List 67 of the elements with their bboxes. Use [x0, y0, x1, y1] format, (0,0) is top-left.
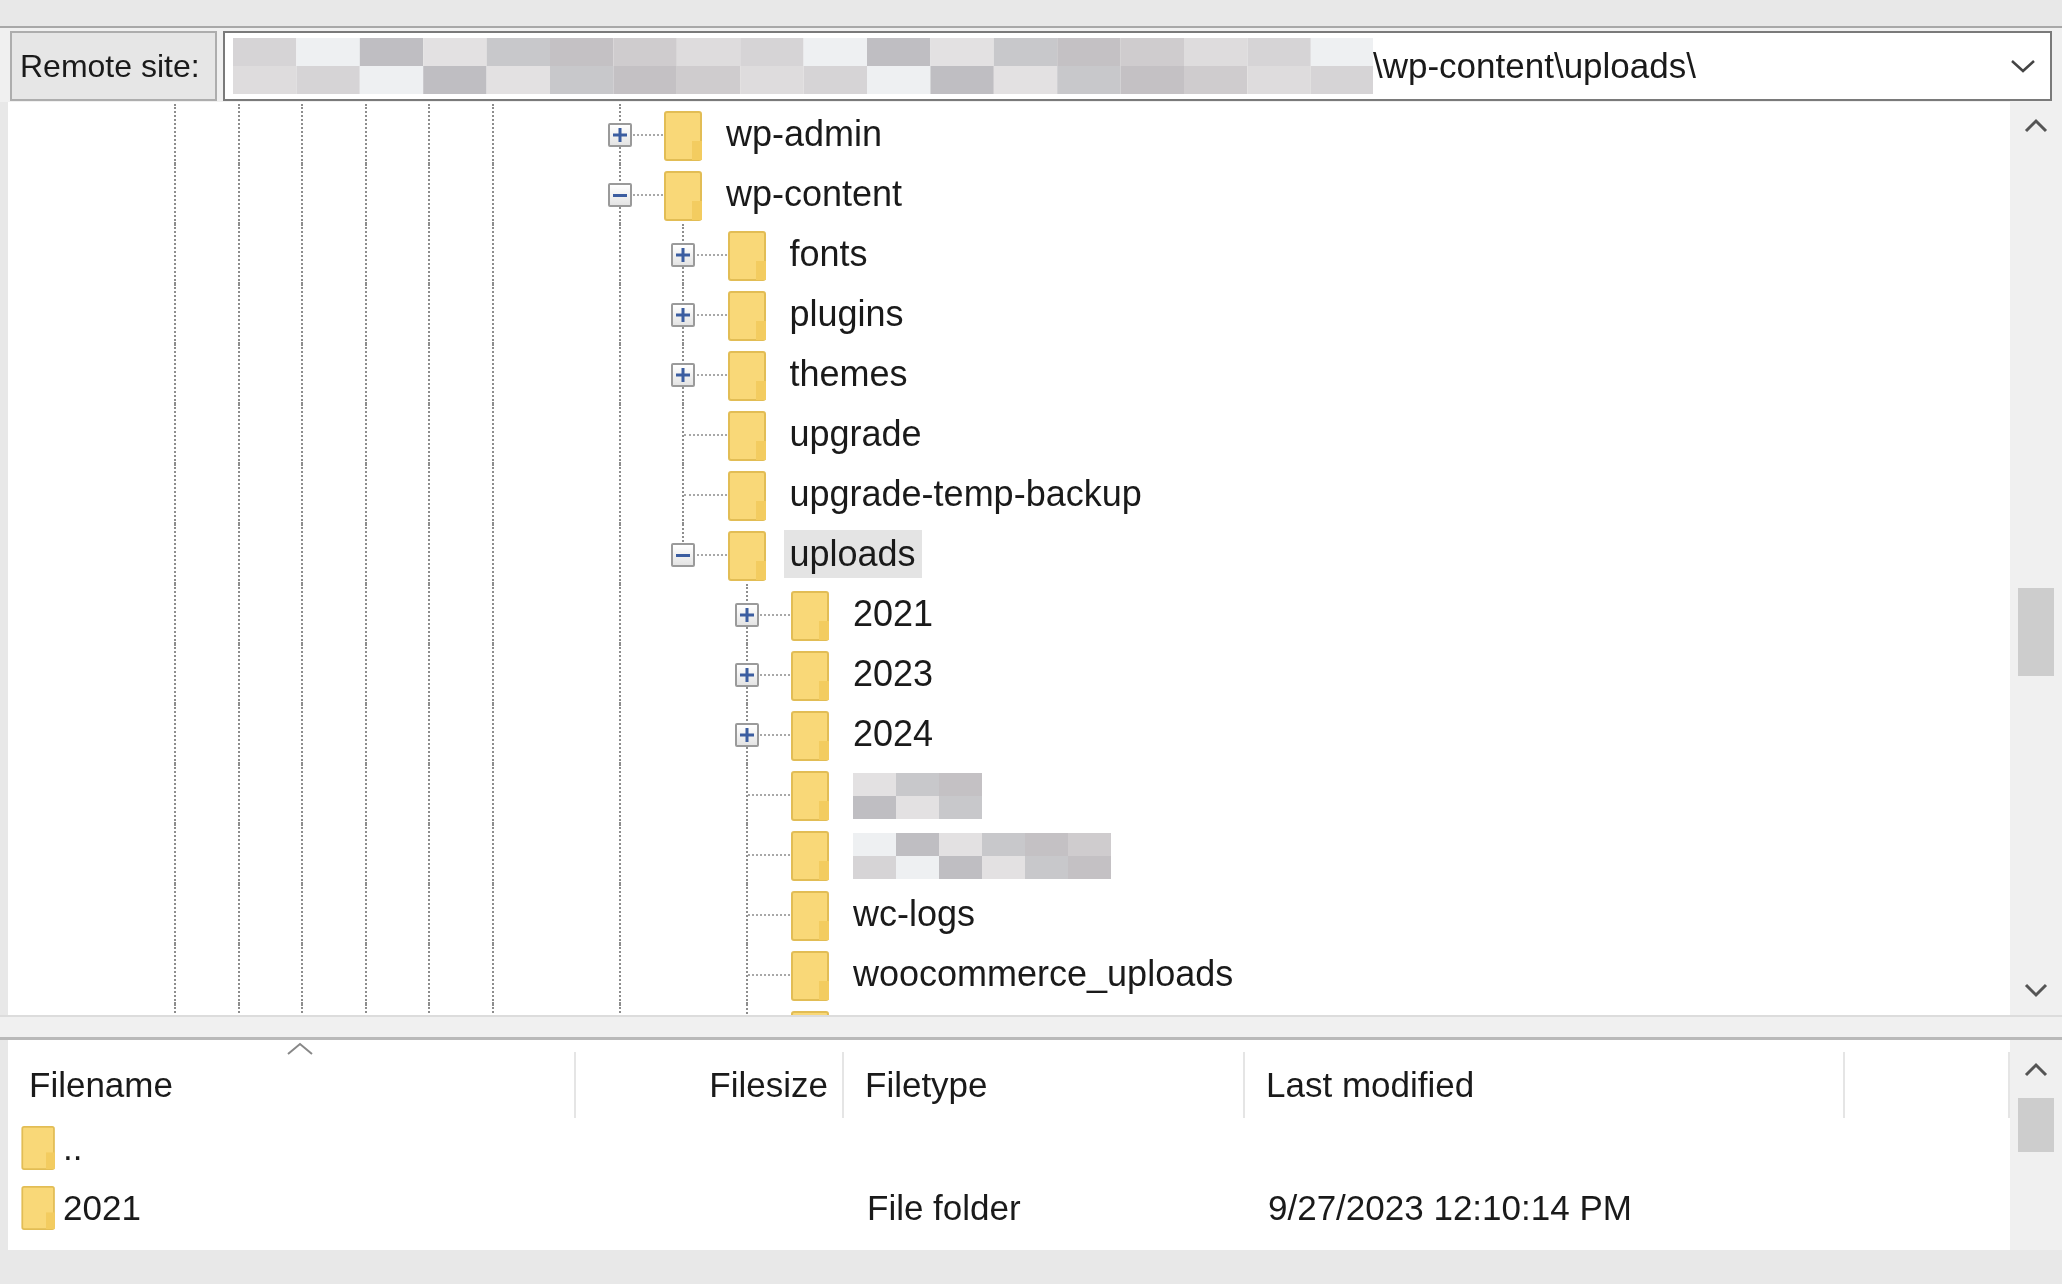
expand-button[interactable] — [671, 363, 695, 387]
expand-button[interactable] — [671, 303, 695, 327]
folder-icon — [664, 111, 704, 161]
file-name[interactable]: .. — [63, 1121, 83, 1175]
folder-icon — [727, 351, 768, 401]
plus-icon — [612, 128, 627, 142]
folder-name[interactable]: wp-admin — [720, 110, 889, 158]
folder-name[interactable]: themes — [783, 350, 914, 398]
scroll-up-icon[interactable] — [2024, 118, 2048, 134]
column-header[interactable]: Filesize — [576, 1052, 844, 1118]
folder-name[interactable]: woocommerce_uploads — [847, 950, 1240, 998]
folder-icon — [727, 531, 768, 581]
expand-button[interactable] — [734, 603, 759, 627]
folder-icon — [791, 831, 831, 881]
folder-icon — [791, 651, 831, 701]
modified-date: 9/27/2023 12:10:14 PM — [1268, 1187, 1632, 1227]
minus-icon — [676, 553, 690, 557]
folder-name[interactable]: 2023 — [847, 650, 940, 698]
collapse-button[interactable] — [671, 543, 695, 567]
column-header[interactable]: Filetype — [844, 1052, 1245, 1118]
plus-icon — [676, 368, 690, 382]
plus-icon — [676, 248, 690, 262]
folder-name[interactable]: wc-logs — [847, 890, 982, 938]
folder-icon — [727, 411, 768, 461]
scroll-thumb[interactable] — [2018, 1098, 2054, 1152]
scrollbar[interactable] — [2010, 102, 2062, 1015]
expand-button[interactable] — [671, 243, 695, 267]
plus-icon — [739, 608, 754, 622]
folder-icon — [791, 711, 831, 761]
scrollbar[interactable] — [2010, 1040, 2062, 1250]
scroll-down-icon[interactable] — [2024, 982, 2048, 998]
folder-name[interactable]: upgrade — [783, 410, 928, 458]
folder-name[interactable]: plugins — [783, 290, 910, 338]
expand-button[interactable] — [734, 723, 759, 747]
folder-name[interactable]: wp-content — [720, 170, 909, 218]
folder-icon — [21, 1126, 57, 1170]
folder-icon — [21, 1186, 57, 1230]
scroll-up-icon[interactable] — [2024, 1062, 2048, 1078]
plus-icon — [676, 308, 690, 322]
folder-name[interactable]: upgrade-temp-backup — [783, 470, 1148, 518]
remote-path-field[interactable]: \wp-content\uploads\ — [223, 31, 2052, 101]
column-header[interactable]: Last modified — [1245, 1052, 1845, 1118]
folder-icon — [791, 951, 831, 1001]
file-type: File folder — [867, 1187, 1021, 1227]
folder-name[interactable]: fonts — [783, 230, 874, 278]
folder-icon — [791, 891, 831, 941]
folder-icon — [727, 291, 768, 341]
folder-icon — [727, 471, 768, 521]
path-text: \wp-content\uploads\ — [1373, 44, 1696, 87]
dropdown-icon[interactable] — [2010, 58, 2036, 74]
expand-button[interactable] — [607, 123, 632, 147]
folder-icon — [791, 591, 831, 641]
expand-button[interactable] — [734, 663, 759, 687]
folder-icon — [791, 771, 831, 821]
scroll-thumb[interactable] — [2018, 588, 2054, 676]
file-name[interactable]: 2021 — [63, 1181, 141, 1235]
folder-name[interactable]: 2021 — [847, 590, 940, 638]
field-label: Remote site: — [10, 31, 217, 101]
folder-icon — [664, 171, 704, 221]
plus-icon — [739, 668, 754, 682]
collapse-button[interactable] — [607, 183, 632, 207]
folder-icon — [727, 231, 768, 281]
column-header[interactable]: Filename — [8, 1052, 576, 1118]
plus-icon — [739, 728, 754, 742]
folder-name[interactable]: 2024 — [847, 710, 940, 758]
minus-icon — [612, 193, 627, 197]
folder-name[interactable]: uploads — [783, 530, 922, 578]
